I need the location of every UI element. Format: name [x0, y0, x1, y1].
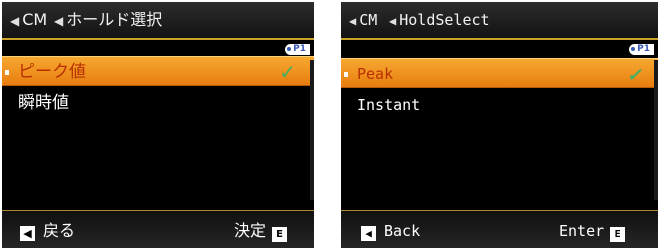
back-button[interactable]: ◀ 戻る: [20, 211, 75, 248]
device-screen-english: ◀ CM ◀ HoldSelect P1 Peak ✓ Instant ◀ Back …: [341, 2, 658, 248]
check-icon: ✓: [627, 62, 640, 86]
breadcrumb-arrow-icon: ◀: [389, 14, 397, 28]
back-button[interactable]: ◀ Back: [361, 211, 420, 248]
scrollbar[interactable]: [310, 60, 314, 200]
left-arrow-icon: ◀: [20, 226, 35, 241]
breadcrumb-arrow-icon: ◀: [10, 14, 20, 28]
breadcrumb-arrow-icon: ◀: [54, 14, 64, 28]
title-bar: ◀ CM ◀ HoldSelect: [341, 2, 658, 40]
breadcrumb-current: ◀ ホールド選択: [54, 10, 163, 29]
breadcrumb-parent[interactable]: ◀ CM: [349, 2, 377, 38]
check-icon: ✓: [279, 60, 296, 84]
e-key-icon: E: [272, 227, 288, 242]
menu-item-peak[interactable]: ピーク値 ✓: [2, 56, 314, 86]
menu-item-instant[interactable]: 瞬時値: [2, 88, 314, 118]
scrollbar[interactable]: [654, 60, 658, 200]
page-indicator: P1: [285, 44, 310, 55]
breadcrumb-parent[interactable]: ◀ CM: [10, 2, 47, 38]
e-key-icon: E: [610, 227, 626, 242]
softkey-bar: ◀ Back Enter E: [341, 211, 658, 248]
breadcrumb-arrow-icon: ◀: [349, 14, 357, 28]
enter-button[interactable]: 決定 E: [234, 211, 288, 248]
breadcrumb-current: ◀ HoldSelect: [389, 11, 490, 29]
softkey-bar: ◀ 戻る 決定 E: [2, 211, 314, 248]
page-indicator: P1: [629, 44, 654, 55]
device-screen-japanese: ◀ CM ◀ ホールド選択 P1 ピーク値 ✓ 瞬時値 ◀ 戻る 決定 E: [2, 2, 314, 248]
enter-button[interactable]: Enter E: [559, 211, 626, 248]
menu-item-instant[interactable]: Instant: [341, 90, 658, 120]
title-bar: ◀ CM ◀ ホールド選択: [2, 2, 314, 40]
menu-item-peak[interactable]: Peak ✓: [341, 58, 658, 88]
left-arrow-icon: ◀: [361, 226, 376, 241]
